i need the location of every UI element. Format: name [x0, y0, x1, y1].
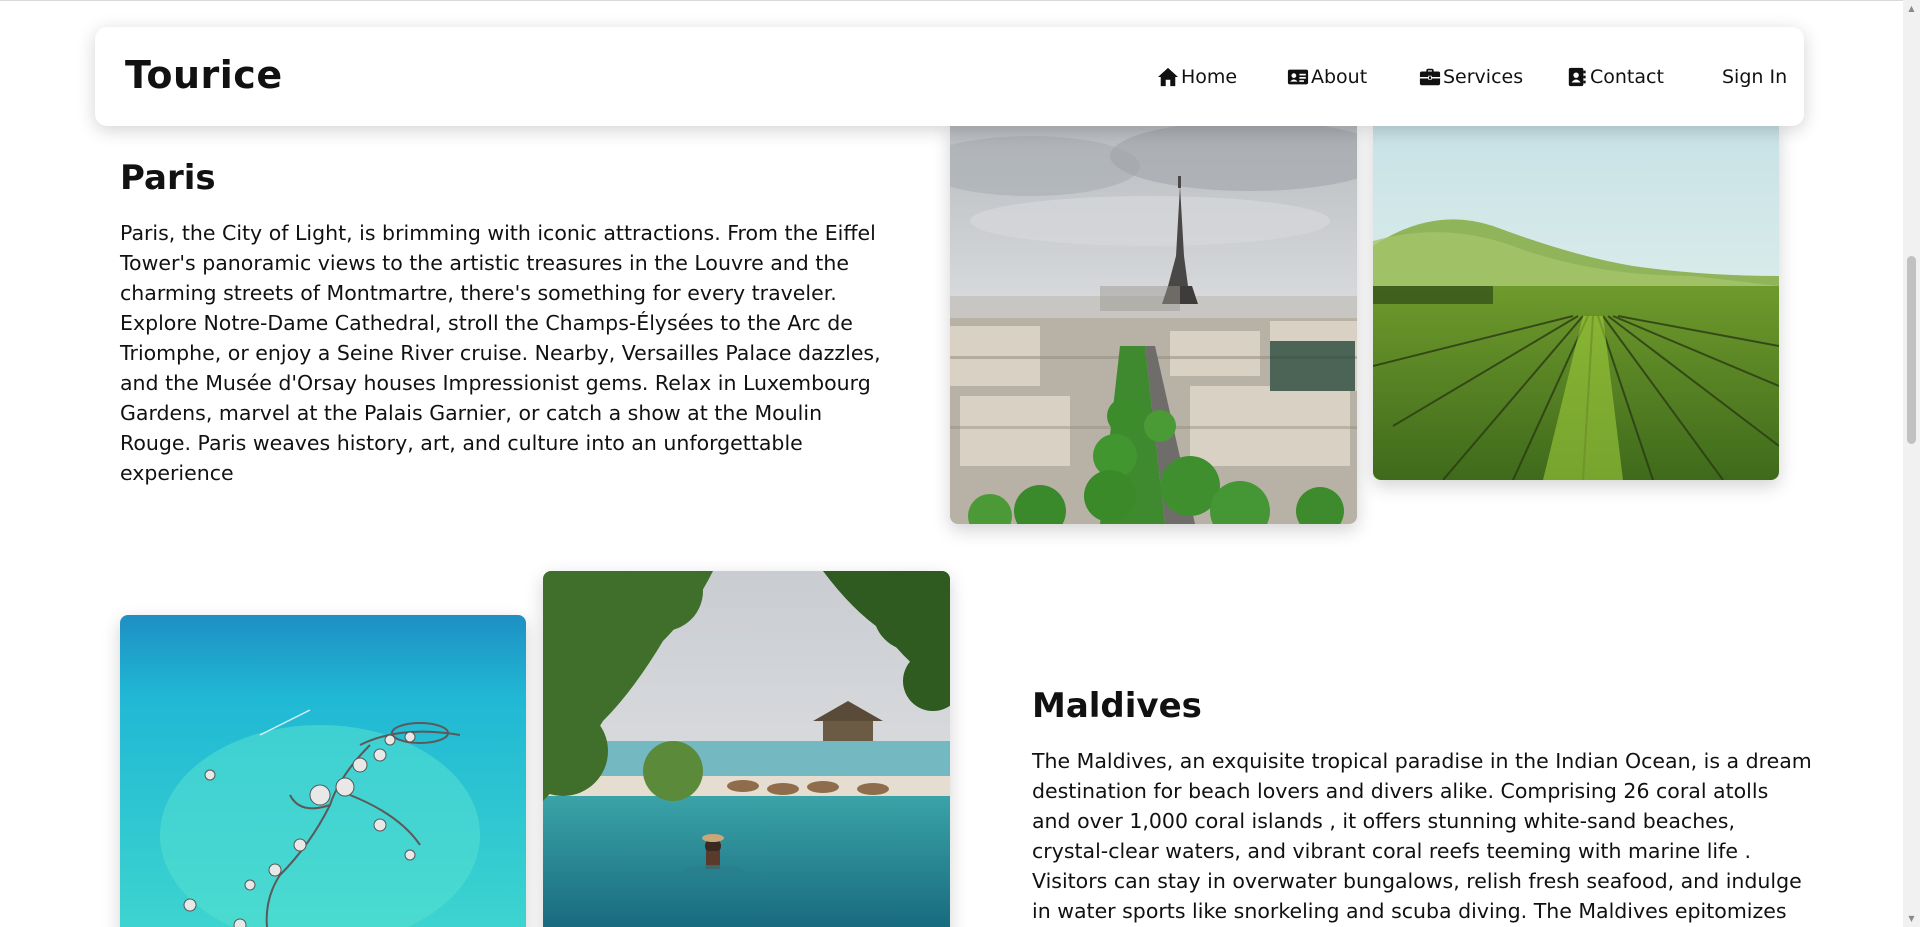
- nav-home[interactable]: Home: [1157, 66, 1237, 88]
- maldives-title: Maldives: [1032, 686, 1202, 726]
- scrollbar-thumb[interactable]: [1907, 256, 1916, 444]
- nav-home-label: Home: [1181, 66, 1238, 88]
- id-card-icon: [1287, 69, 1309, 85]
- nav-services-label: Services: [1443, 66, 1524, 88]
- maldives-description: The Maldives, an exquisite tropical para…: [1032, 749, 1812, 923]
- maldives-pool-photo: [543, 571, 950, 927]
- vertical-scrollbar[interactable]: ▲ ▼: [1903, 0, 1920, 927]
- nav-menu: Home About Services Contact Sign In: [95, 66, 1804, 90]
- page: Tourice Home About Services Contact Sign…: [0, 0, 1920, 927]
- scroll-up-arrow-icon[interactable]: ▲: [1903, 0, 1920, 17]
- paris-title: Paris: [120, 158, 216, 198]
- nav-signin-label: Sign In: [1722, 66, 1788, 88]
- paris-eiffel-photo: [950, 126, 1357, 524]
- briefcase-icon: [1419, 68, 1441, 86]
- nav-contact[interactable]: Contact: [1566, 66, 1664, 88]
- paris-description: Paris, the City of Light, is brimming wi…: [120, 221, 881, 485]
- home-icon: [1158, 67, 1178, 87]
- navbar: Tourice Home About Services Contact Sign…: [95, 27, 1804, 126]
- nav-about[interactable]: About: [1287, 66, 1367, 88]
- scroll-down-arrow-icon[interactable]: ▼: [1903, 910, 1920, 927]
- nav-signin[interactable]: Sign In: [1722, 66, 1787, 88]
- vineyard-photo: [1373, 126, 1779, 480]
- address-book-icon: [1568, 67, 1586, 87]
- nav-contact-label: Contact: [1590, 66, 1664, 88]
- maldives-island-photo: [120, 615, 526, 927]
- nav-about-label: About: [1311, 66, 1368, 88]
- nav-services[interactable]: Services: [1419, 66, 1523, 88]
- top-divider: [0, 0, 1903, 1]
